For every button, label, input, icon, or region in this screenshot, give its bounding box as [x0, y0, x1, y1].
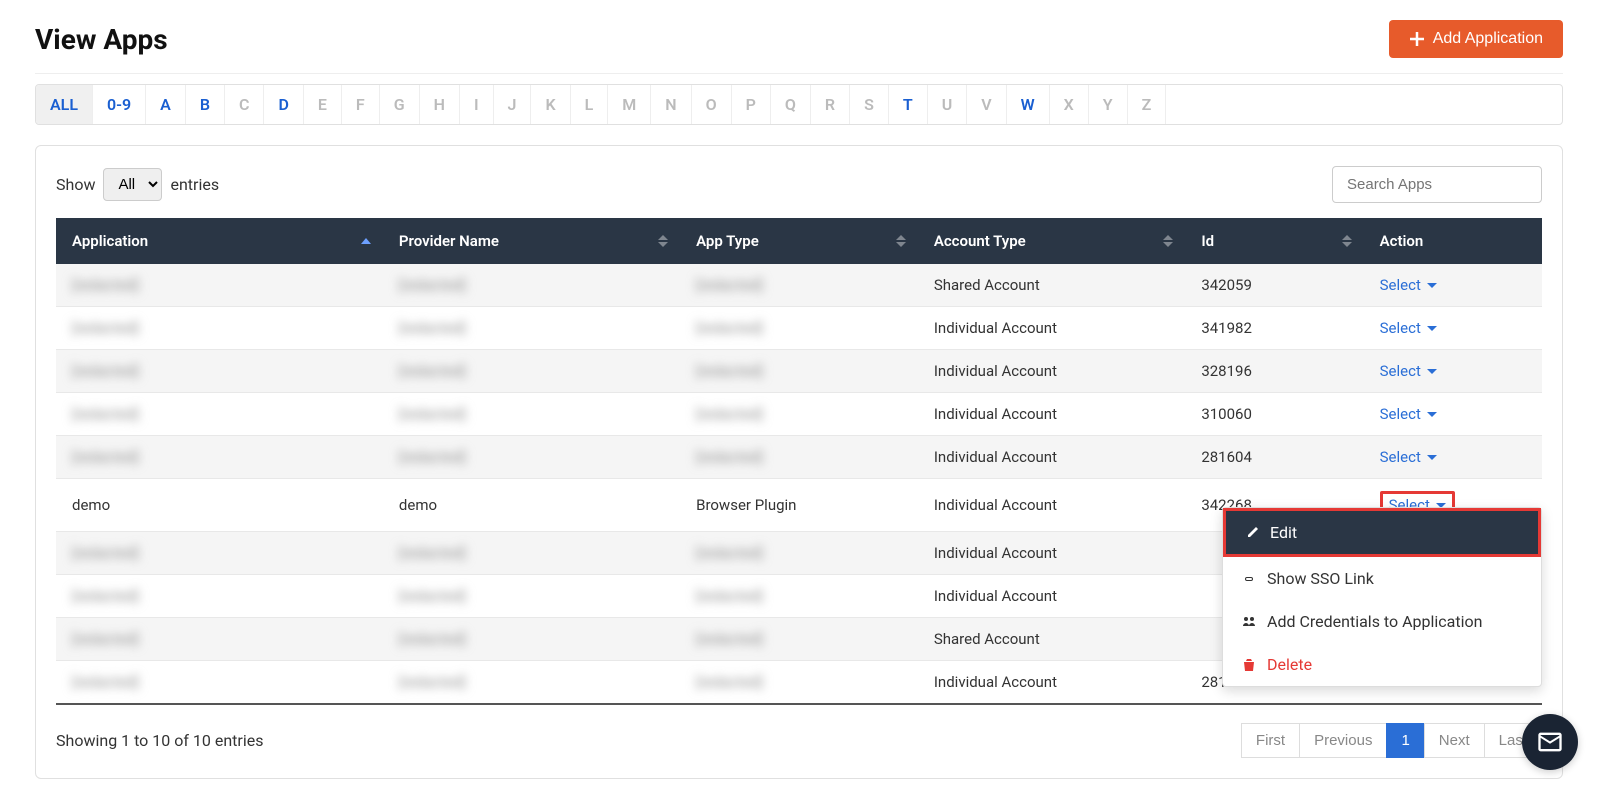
page-size-control: Show All entries: [56, 168, 219, 201]
table-row: [redacted][redacted][redacted]Shared Acc…: [56, 264, 1542, 307]
alpha-m: M: [608, 85, 651, 124]
page-next[interactable]: Next: [1424, 723, 1485, 758]
page-previous[interactable]: Previous: [1299, 723, 1387, 758]
alpha-d[interactable]: D: [264, 85, 303, 124]
pagination: First Previous 1 Next Last: [1242, 723, 1542, 758]
alpha-x: X: [1050, 85, 1089, 124]
caret-down-icon: [1427, 326, 1437, 331]
alpha-u: U: [928, 85, 968, 124]
table-row: [redacted][redacted][redacted]Individual…: [56, 307, 1542, 350]
caret-down-icon: [1427, 369, 1437, 374]
mail-icon: [1536, 728, 1564, 756]
edit-icon: [1244, 525, 1260, 541]
dropdown-edit[interactable]: Edit: [1223, 508, 1541, 557]
alpha-b[interactable]: B: [186, 85, 225, 124]
entries-info: Showing 1 to 10 of 10 entries: [56, 731, 263, 750]
page-title: View Apps: [35, 23, 168, 56]
alpha-v: V: [967, 85, 1006, 124]
col-action: Action: [1364, 218, 1542, 264]
alpha-all[interactable]: ALL: [36, 85, 93, 124]
dropdown-delete[interactable]: Delete: [1223, 643, 1541, 686]
table-row: demodemoBrowser PluginIndividual Account…: [56, 479, 1542, 532]
alpha-c: C: [225, 85, 264, 124]
alpha-f: F: [342, 85, 380, 124]
table-row: [redacted][redacted][redacted]Individual…: [56, 393, 1542, 436]
alpha-w[interactable]: W: [1007, 85, 1050, 124]
table-row: [redacted][redacted][redacted]Individual…: [56, 350, 1542, 393]
alpha-i: I: [460, 85, 494, 124]
alpha-q: Q: [771, 85, 811, 124]
alpha-a[interactable]: A: [146, 85, 186, 124]
table-row: [redacted][redacted][redacted]Individual…: [56, 436, 1542, 479]
page-1[interactable]: 1: [1386, 723, 1424, 758]
search-input[interactable]: [1332, 166, 1542, 203]
alpha-t[interactable]: T: [889, 85, 928, 124]
alpha-p: P: [732, 85, 771, 124]
dropdown-add-credentials[interactable]: Add Credentials to Application: [1223, 600, 1541, 643]
alpha-g: G: [380, 85, 420, 124]
apps-table: Application Provider Name App Type Accou…: [56, 218, 1542, 705]
alpha-y: Y: [1089, 85, 1128, 124]
page-first[interactable]: First: [1241, 723, 1300, 758]
plus-icon: [1409, 31, 1425, 47]
alpha-r: R: [811, 85, 850, 124]
col-id[interactable]: Id: [1185, 218, 1363, 264]
select-action[interactable]: Select: [1380, 362, 1437, 380]
action-dropdown: EditShow SSO LinkAdd Credentials to Appl…: [1222, 507, 1542, 687]
col-provider[interactable]: Provider Name: [383, 218, 680, 264]
page-size-select[interactable]: All: [103, 168, 162, 201]
select-action[interactable]: Select: [1380, 405, 1437, 423]
alpha-filter: ALL0-9ABCDEFGHIJKLMNOPQRSTUVWXYZ: [35, 84, 1563, 125]
add-application-button[interactable]: Add Application: [1389, 20, 1563, 58]
trash-icon: [1241, 657, 1257, 673]
alpha-j: J: [494, 85, 532, 124]
caret-down-icon: [1427, 455, 1437, 460]
select-action[interactable]: Select: [1380, 448, 1437, 466]
alpha-n: N: [651, 85, 691, 124]
alpha-l: L: [571, 85, 609, 124]
alpha-0-9[interactable]: 0-9: [93, 85, 146, 124]
users-icon: [1241, 614, 1257, 630]
col-accounttype[interactable]: Account Type: [918, 218, 1185, 264]
alpha-h: H: [420, 85, 460, 124]
col-application[interactable]: Application: [56, 218, 383, 264]
col-apptype[interactable]: App Type: [680, 218, 918, 264]
dropdown-show-sso[interactable]: Show SSO Link: [1223, 557, 1541, 600]
chat-fab[interactable]: [1522, 714, 1578, 770]
select-action[interactable]: Select: [1380, 276, 1437, 294]
alpha-o: O: [692, 85, 732, 124]
caret-down-icon: [1427, 412, 1437, 417]
alpha-e: E: [304, 85, 342, 124]
caret-down-icon: [1427, 283, 1437, 288]
alpha-z: Z: [1128, 85, 1167, 124]
alpha-k: K: [531, 85, 570, 124]
alpha-s: S: [850, 85, 889, 124]
link-icon: [1241, 571, 1257, 587]
select-action[interactable]: Select: [1380, 319, 1437, 337]
